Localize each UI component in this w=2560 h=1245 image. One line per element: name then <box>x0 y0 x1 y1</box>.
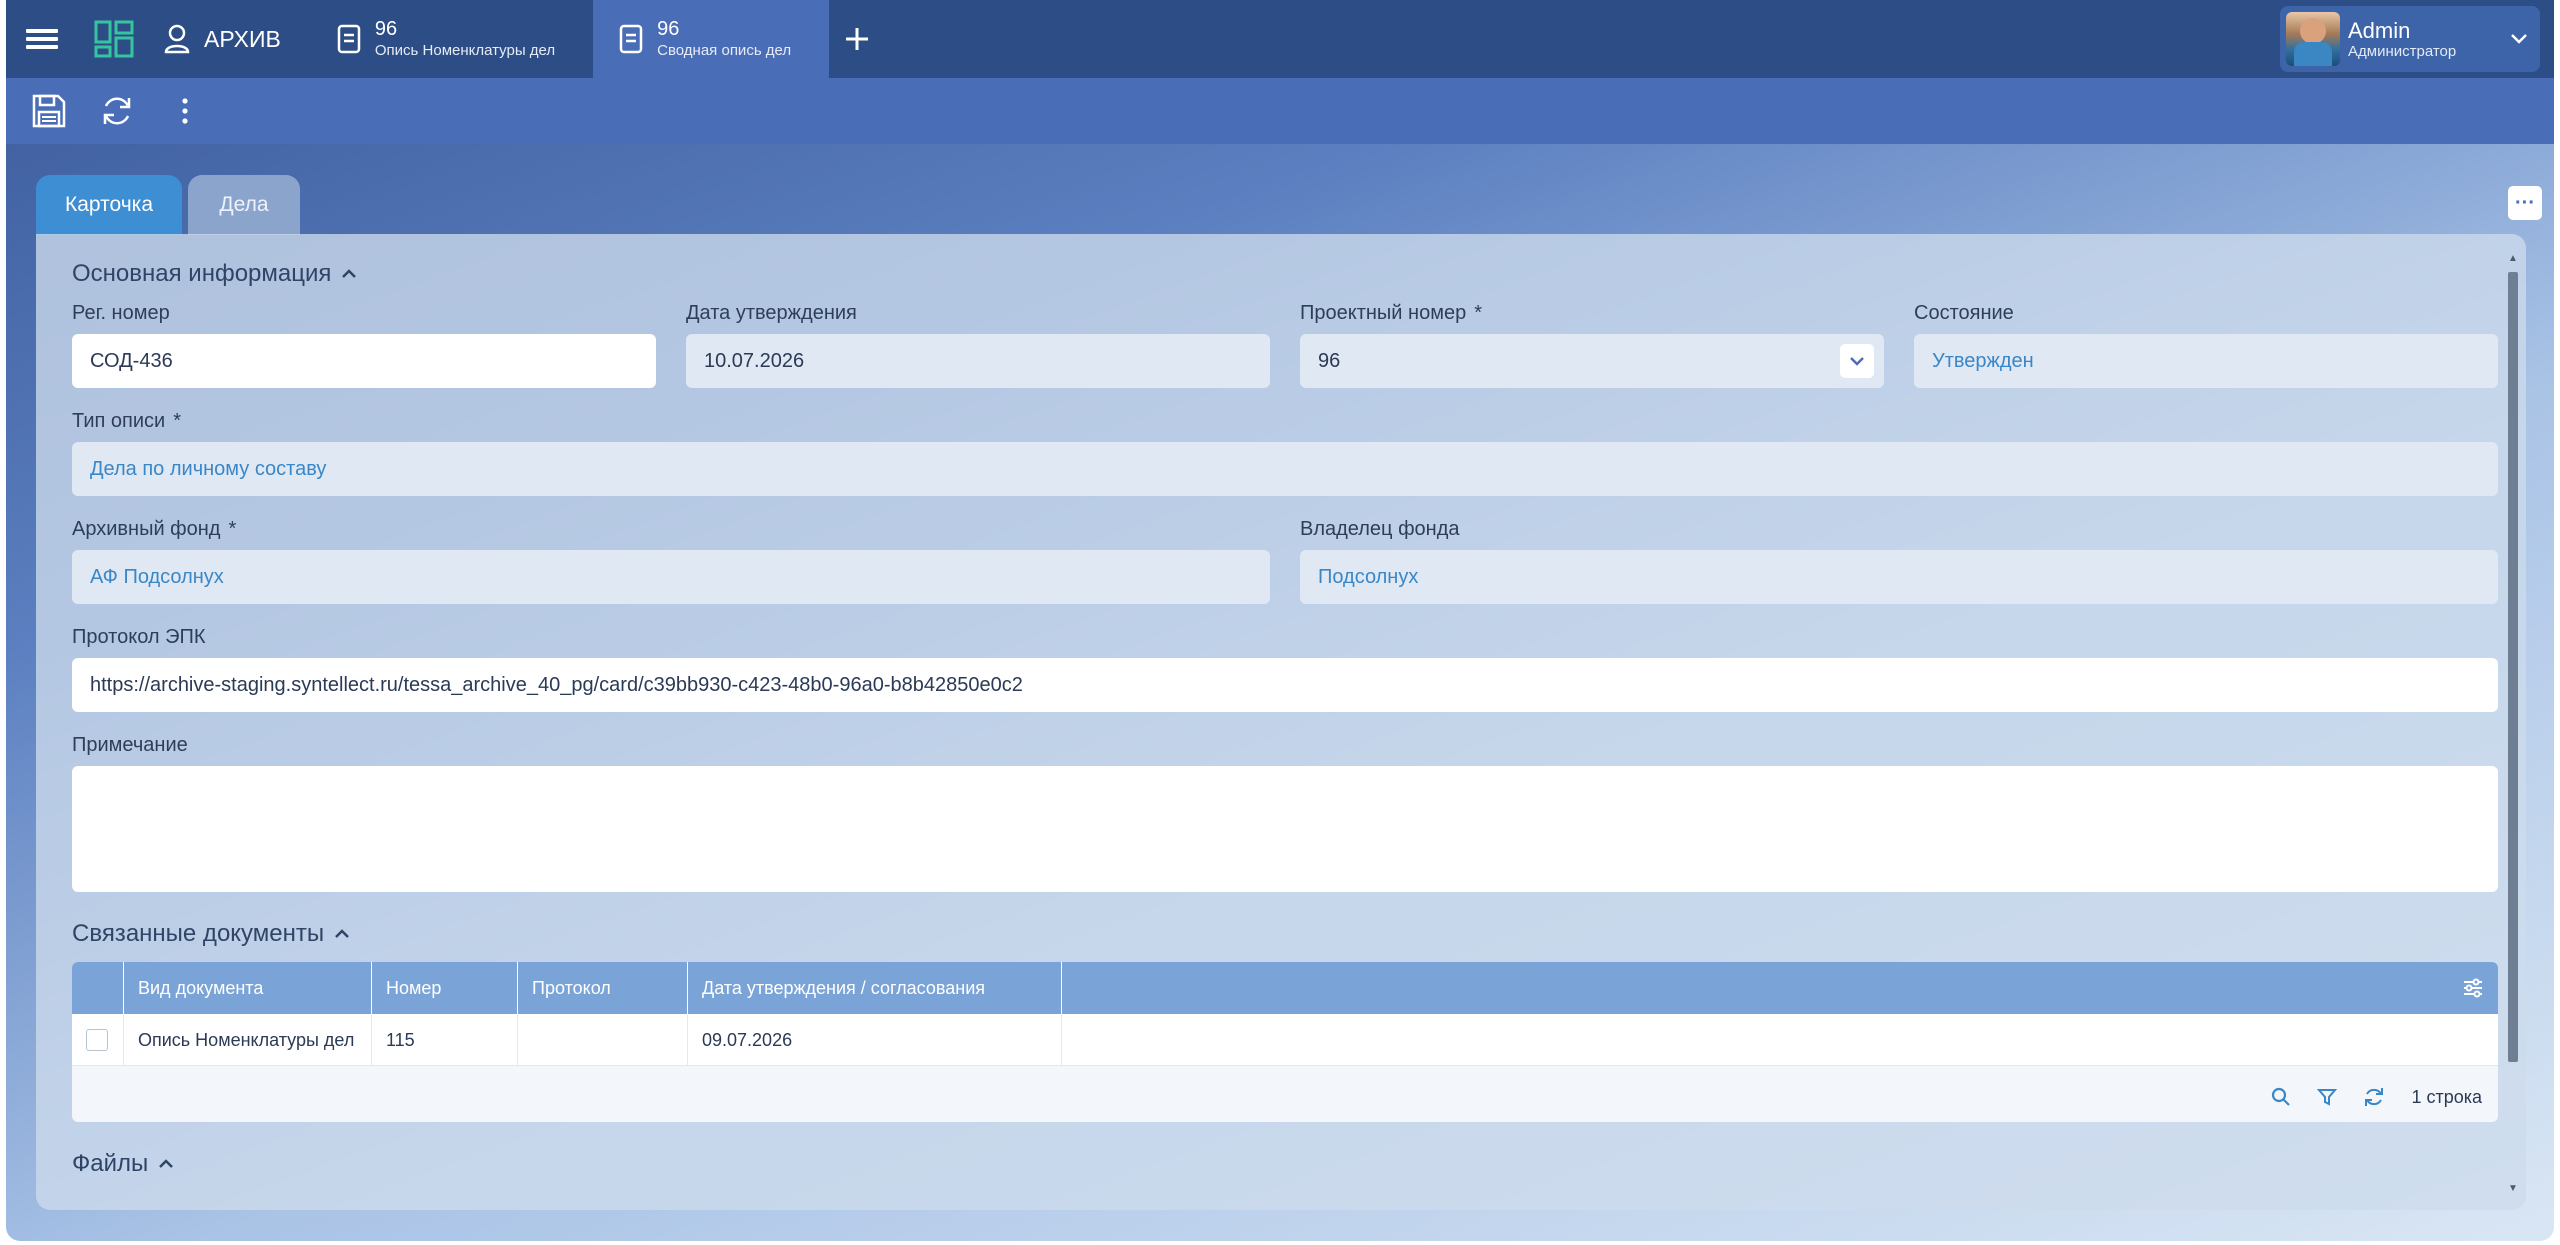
reg-number-label: Рег. номер <box>72 302 170 324</box>
tab-summary-inventory[interactable]: 96 Сводная опись дел <box>593 0 830 78</box>
table-footer: 1 строка <box>2271 1080 2482 1114</box>
chevron-down-icon <box>1850 357 1864 366</box>
archive-fund-label: Архивный фонд * <box>72 518 236 541</box>
row-select-cell <box>72 1014 124 1066</box>
row-count: 1 строка <box>2411 1086 2482 1107</box>
card-toolbar <box>6 78 2554 144</box>
epk-protocol-label: Протокол ЭПК <box>72 626 206 648</box>
section-title: Файлы <box>72 1150 149 1177</box>
column-header[interactable]: Дата утверждения / согласования <box>688 962 1062 1014</box>
table-header: Вид документа Номер Протокол Дата утверж… <box>72 962 2498 1014</box>
tab-subtitle: Сводная опись дел <box>657 42 792 59</box>
project-number-value: 96 <box>1318 349 1341 372</box>
top-bar: АРХИВ 96 Опись Номенклатуры дел 96 Сводн… <box>6 0 2554 78</box>
chevron-up-icon <box>159 1159 174 1168</box>
archive-fund-value: АФ Подсолнух <box>90 565 224 588</box>
epk-protocol-value: https://archive-staging.syntellect.ru/te… <box>90 673 1023 696</box>
approval-date-value: 10.07.2026 <box>704 349 805 372</box>
table-cell-empty <box>1062 1014 2498 1066</box>
state-field[interactable]: Утвержден <box>1914 334 2498 388</box>
card-panel: ▲ ▼ Основная информация Рег. номер СОД-4… <box>36 234 2526 1210</box>
reg-number-field[interactable]: СОД-436 <box>72 334 656 388</box>
state-value: Утвержден <box>1932 349 2034 372</box>
tab-number: 96 <box>374 18 398 40</box>
related-docs-table: Вид документа Номер Протокол Дата утверж… <box>72 962 2498 1122</box>
column-header[interactable]: Вид документа <box>124 962 372 1014</box>
section-files[interactable]: Файлы <box>72 1150 174 1178</box>
refresh-icon[interactable] <box>2363 1086 2385 1108</box>
project-number-label: Проектный номер * <box>1300 302 1482 325</box>
save-icon[interactable] <box>20 82 78 140</box>
document-icon <box>337 24 361 54</box>
archive-label: АРХИВ <box>204 25 281 52</box>
scrollbar-thumb[interactable] <box>2508 272 2518 1062</box>
section-title: Основная информация <box>72 260 332 287</box>
project-number-field[interactable]: 96 <box>1300 334 1884 388</box>
epk-protocol-field[interactable]: https://archive-staging.syntellect.ru/te… <box>72 658 2498 712</box>
section-title: Связанные документы <box>72 920 325 947</box>
approval-date-label: Дата утверждения <box>686 302 857 324</box>
workplaces-icon[interactable] <box>78 0 150 78</box>
menu-icon[interactable] <box>6 0 78 78</box>
fund-owner-field[interactable]: Подсолнух <box>1300 550 2498 604</box>
tab-card[interactable]: Карточка <box>36 175 182 235</box>
chevron-up-icon <box>342 269 357 278</box>
user-menu[interactable]: Admin Администратор <box>2280 6 2540 72</box>
inventory-type-label: Тип описи * <box>72 410 181 433</box>
note-label: Примечание <box>72 734 188 756</box>
fund-owner-label: Владелец фонда <box>1300 518 1460 540</box>
add-tab-icon[interactable] <box>829 0 885 78</box>
chevron-down-icon <box>2511 34 2527 44</box>
column-header[interactable]: Номер <box>372 962 518 1014</box>
scrollbar[interactable]: ▲ ▼ <box>2508 254 2518 1194</box>
more-vertical-icon[interactable] <box>156 82 214 140</box>
column-settings-icon[interactable] <box>1062 962 2498 1014</box>
inventory-type-label-text: Тип описи <box>72 410 166 432</box>
archive-fund-label-text: Архивный фонд <box>72 518 221 540</box>
document-icon <box>619 24 643 54</box>
inventory-type-value: Дела по личному составу <box>90 457 327 480</box>
refresh-icon[interactable] <box>88 82 146 140</box>
user-icon <box>164 24 190 54</box>
approval-date-field: 10.07.2026 <box>686 334 1270 388</box>
table-cell: 115 <box>372 1014 518 1066</box>
reg-number-value: СОД-436 <box>90 349 173 372</box>
tab-subtitle: Опись Номенклатуры дел <box>374 42 556 59</box>
fund-owner-value: Подсолнух <box>1318 565 1419 588</box>
dropdown-button[interactable] <box>1840 344 1874 378</box>
required-mark: * <box>1474 302 1482 324</box>
table-cell: 09.07.2026 <box>688 1014 1062 1066</box>
select-column-header <box>72 962 124 1014</box>
state-label: Состояние <box>1914 302 2014 324</box>
filter-icon[interactable] <box>2317 1087 2338 1107</box>
tab-cases[interactable]: Дела <box>188 175 300 235</box>
chevron-up-icon <box>335 929 350 938</box>
scroll-down-icon[interactable]: ▼ <box>2508 1184 2518 1194</box>
tab-nomenclature-inventory[interactable]: 96 Опись Номенклатуры дел <box>311 0 593 78</box>
archive-fund-field[interactable]: АФ Подсолнух <box>72 550 1270 604</box>
user-name: Admin <box>2348 17 2411 43</box>
project-number-label-text: Проектный номер <box>1300 302 1467 324</box>
archive-workplace-link[interactable]: АРХИВ <box>150 0 311 78</box>
scroll-up-icon[interactable]: ▲ <box>2508 254 2518 264</box>
tab-number: 96 <box>657 18 680 40</box>
search-icon[interactable] <box>2271 1087 2291 1107</box>
inventory-type-field[interactable]: Дела по личному составу <box>72 442 2498 496</box>
required-mark: * <box>228 518 237 540</box>
user-role: Администратор <box>2348 42 2457 60</box>
table-cell <box>518 1014 688 1066</box>
section-related-docs[interactable]: Связанные документы <box>72 920 350 948</box>
column-header[interactable]: Протокол <box>518 962 688 1014</box>
ellipsis-icon[interactable]: ··· <box>2508 186 2542 220</box>
avatar <box>2286 12 2340 66</box>
table-row[interactable]: Опись Номенклатуры дел 115 09.07.2026 <box>72 1014 2498 1066</box>
required-mark: * <box>173 410 181 432</box>
table-cell: Опись Номенклатуры дел <box>124 1014 372 1066</box>
row-checkbox[interactable] <box>86 1029 108 1051</box>
app-window: АРХИВ 96 Опись Номенклатуры дел 96 Сводн… <box>6 0 2554 1241</box>
note-textarea[interactable] <box>72 766 2498 892</box>
section-main-info[interactable]: Основная информация <box>72 260 357 288</box>
